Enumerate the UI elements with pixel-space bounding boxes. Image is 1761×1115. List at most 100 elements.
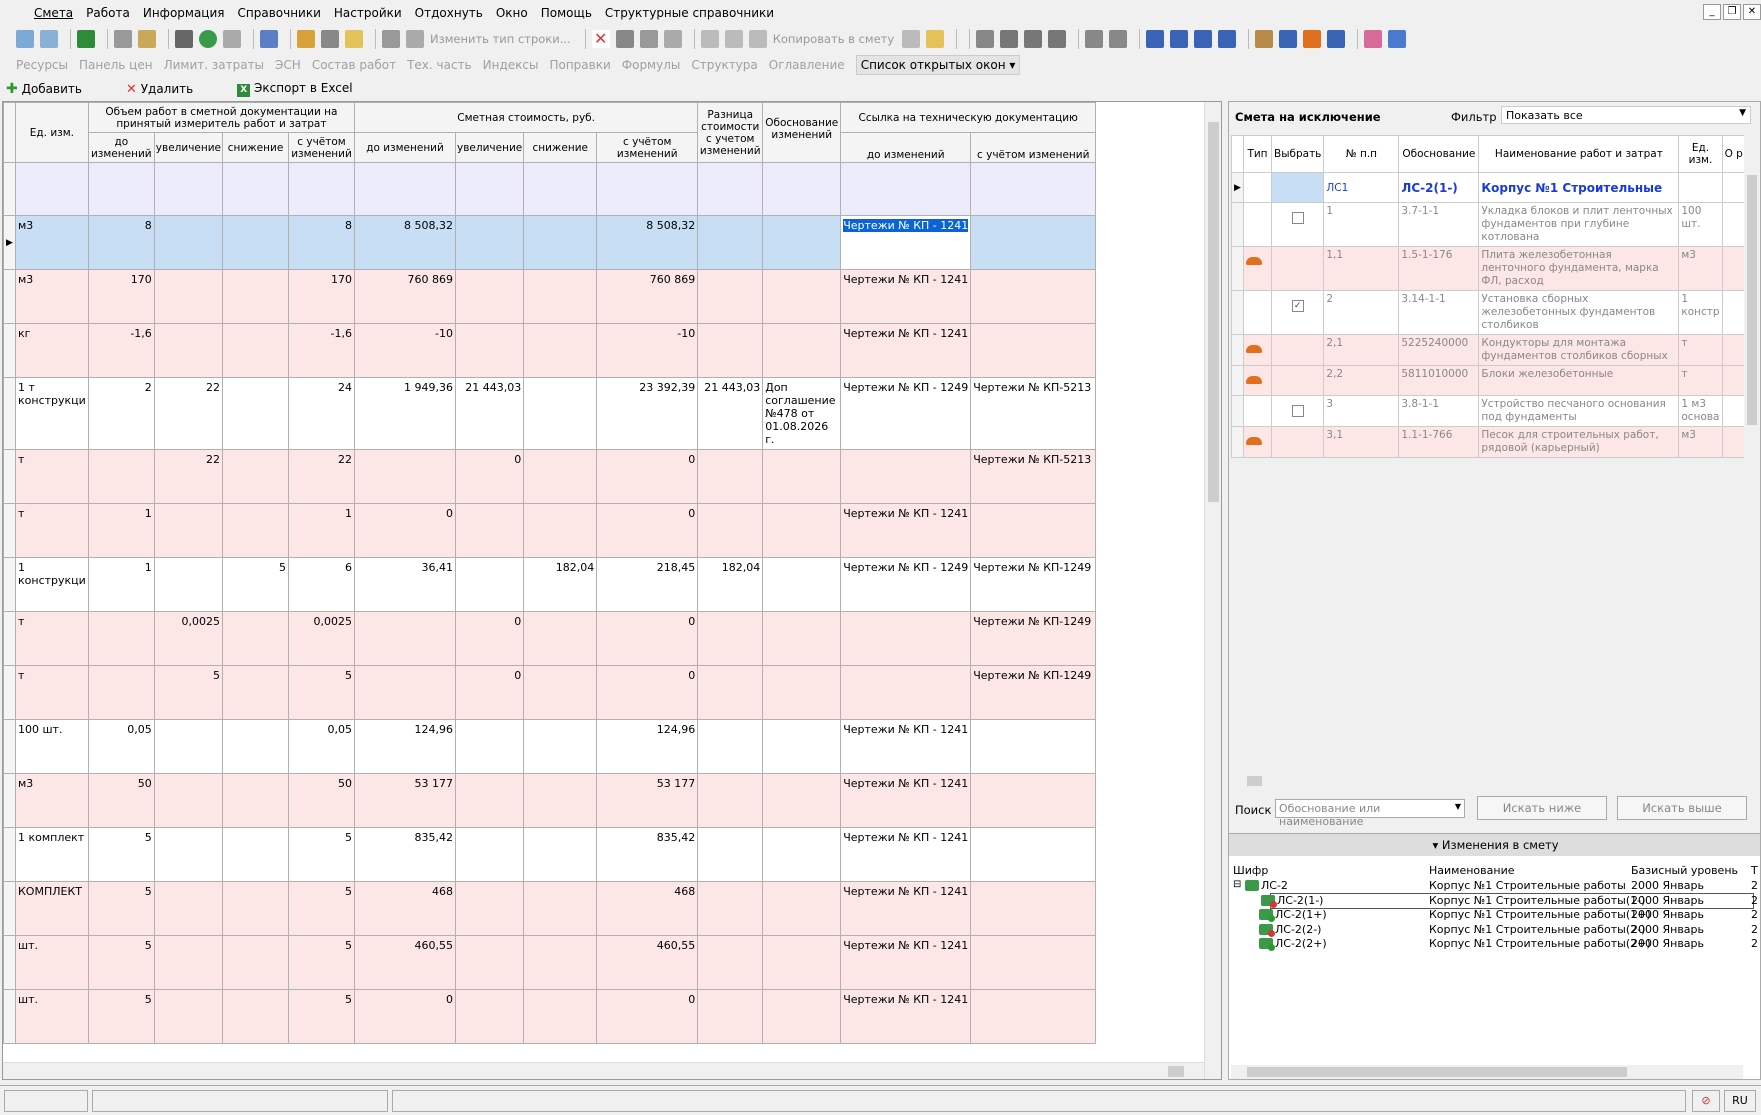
cell-unit[interactable]: м3 [15,215,89,270]
row-indicator[interactable] [3,162,16,216]
exclusion-row[interactable]: 3 3.8-1-1 Устройство песчаного основания п… [1231,395,1746,427]
grid-row[interactable]: м3 170 170 760 869 760 869 Чертежи № КП - 124… [3,269,1097,324]
cell-v-before[interactable] [87,449,155,504]
cell-link-after[interactable] [970,162,1097,216]
cell-c-before[interactable]: 0 [354,989,457,1044]
select-checkbox[interactable] [1291,212,1304,224]
search-icon[interactable] [138,30,156,48]
search-up-button[interactable]: Искать выше [1617,796,1747,820]
books-icon[interactable] [1364,30,1383,48]
collapse-icon[interactable]: ⊟ [1233,879,1241,890]
exclusion-row[interactable]: 1 3.7-1-1 Укладка блоков и плит ленточных … [1231,202,1746,247]
cell-link-after[interactable]: Чертежи № КП-5213 [970,377,1097,450]
cell-v-with[interactable]: 5 [288,665,356,720]
cell-c-inc[interactable] [455,269,525,324]
cell-c-with[interactable]: 0 [596,989,699,1044]
cell-link-before[interactable]: Чертежи № КП - 1241 [840,827,972,882]
cell-c-before[interactable] [354,449,457,504]
cell-c-with[interactable]: 0 [596,665,699,720]
exclusion-row[interactable]: 3,1 1.1-1-766 Песок для строительных работ… [1231,426,1746,458]
cell-v-with[interactable]: 24 [288,377,356,450]
cell-basis[interactable] [762,827,842,882]
cell-link-before[interactable]: Чертежи № КП - 1241 [840,215,972,270]
language-indicator[interactable]: RU [1724,1090,1756,1112]
cell-diff[interactable] [697,989,764,1044]
exclusion-row[interactable]: 2,2 5811010000 Блоки железобетонные т [1231,365,1746,396]
nav-resources[interactable]: Ресурсы [16,58,68,72]
cell-v-inc[interactable] [153,269,224,324]
menu-item-spravochniki[interactable]: Справочники [238,6,321,20]
exclusion-top-row[interactable]: ▶ ЛС1 ЛС-2(1-) Корпус №1 Строительные [1231,172,1746,203]
cell-c-before[interactable]: 53 177 [354,773,457,828]
tree-col-name-header[interactable]: Наименование [1429,864,1514,877]
nav-structure[interactable]: Структура [691,58,757,72]
cell-unit[interactable]: 1 конструкци [15,557,89,612]
cell-v-with[interactable]: 8 [288,215,356,270]
cell-link-before[interactable]: Чертежи № КП - 1249 [840,557,972,612]
cell-diff[interactable]: 182,04 [697,557,764,612]
cell-v-dec[interactable] [222,377,290,450]
close-icon[interactable]: ✕ [1743,4,1761,20]
cell-basis[interactable] [762,503,842,558]
material-icon[interactable] [1303,30,1322,48]
cell-diff[interactable] [697,773,764,828]
cell-c-dec[interactable]: 182,04 [523,557,598,612]
cell-v-inc[interactable]: 22 [153,449,224,504]
nav-work-content[interactable]: Состав работ [312,58,396,72]
cell-c-inc[interactable] [455,215,525,270]
cell-diff[interactable] [697,215,764,270]
move2-icon[interactable] [639,30,658,48]
cell-c-dec[interactable] [523,989,598,1044]
redo-icon[interactable] [260,30,278,48]
cell-basis[interactable] [762,611,842,666]
cell-basis[interactable] [762,935,842,990]
no-sound-icon[interactable]: ⊘ [1692,1090,1720,1112]
cell-c-with[interactable]: 8 508,32 [596,215,699,270]
cell-c-dec[interactable] [523,719,598,774]
row-indicator[interactable] [3,449,16,504]
cell-unit[interactable] [15,162,89,216]
cell-c-dec[interactable] [523,935,598,990]
cell-unit[interactable]: т [15,449,89,504]
cell-v-before[interactable]: 5 [87,989,155,1044]
page-pl-icon[interactable] [1048,30,1067,48]
move-icon[interactable] [615,30,634,48]
cell-link-after[interactable]: Чертежи № КП-1249 [970,557,1097,612]
tree-node[interactable]: ЛС-2(2-) Корпус №1 Строительные работы(2-… [1229,923,1760,937]
cell-c-before[interactable]: 835,42 [354,827,457,882]
cell-unit[interactable]: м3 [15,269,89,324]
cell-c-before[interactable]: 8 508,32 [354,215,457,270]
cell-v-with[interactable]: 50 [288,773,356,828]
grid-row[interactable]: т 22 22 0 0 Чертежи № КП-5213 [3,449,1097,504]
cell-v-before[interactable]: 1 [87,557,155,612]
row-indicator[interactable] [3,881,16,936]
cell-v-dec[interactable] [222,215,290,270]
rcol-type-header[interactable]: Тип [1243,135,1272,173]
rcol-num-header[interactable]: № п.п [1323,135,1400,173]
page-p-icon[interactable] [1000,30,1019,48]
cell-v-before[interactable] [87,611,155,666]
cell-unit[interactable]: 100 шт. [15,719,89,774]
cell-c-with[interactable] [596,162,699,216]
grid-row[interactable]: м3 50 50 53 177 53 177 Чертежи № КП - 1241 [3,773,1097,828]
grid-vertical-scrollbar[interactable] [1204,102,1221,1079]
indent2-icon[interactable] [1194,30,1213,48]
cell-link-after[interactable] [970,989,1097,1044]
cell-c-inc[interactable] [455,557,525,612]
truck-icon[interactable] [1279,30,1298,48]
col-cost-with-header[interactable]: с учётом изменений [596,132,699,163]
cell-link-before[interactable]: Чертежи № КП - 1241 [840,989,972,1044]
cell-v-before[interactable]: 5 [87,935,155,990]
hscroll-thumb[interactable] [1168,1066,1184,1077]
menu-item-okno[interactable]: Окно [496,6,528,20]
row-indicator[interactable] [3,269,16,324]
cell-link-after[interactable] [970,935,1097,990]
cell-c-inc[interactable] [455,773,525,828]
search-input[interactable]: Обоснование или наименование ▼ [1275,799,1465,828]
tree-col-level-header[interactable]: Базисный уровень [1631,864,1738,877]
cell-diff[interactable] [697,881,764,936]
save-icon[interactable] [175,30,193,48]
grid-row[interactable]: т 5 5 0 0 Чертежи № КП-1249 [3,665,1097,720]
tree-hscrollbar[interactable] [1231,1065,1743,1079]
outdent2-icon[interactable] [1218,30,1237,48]
